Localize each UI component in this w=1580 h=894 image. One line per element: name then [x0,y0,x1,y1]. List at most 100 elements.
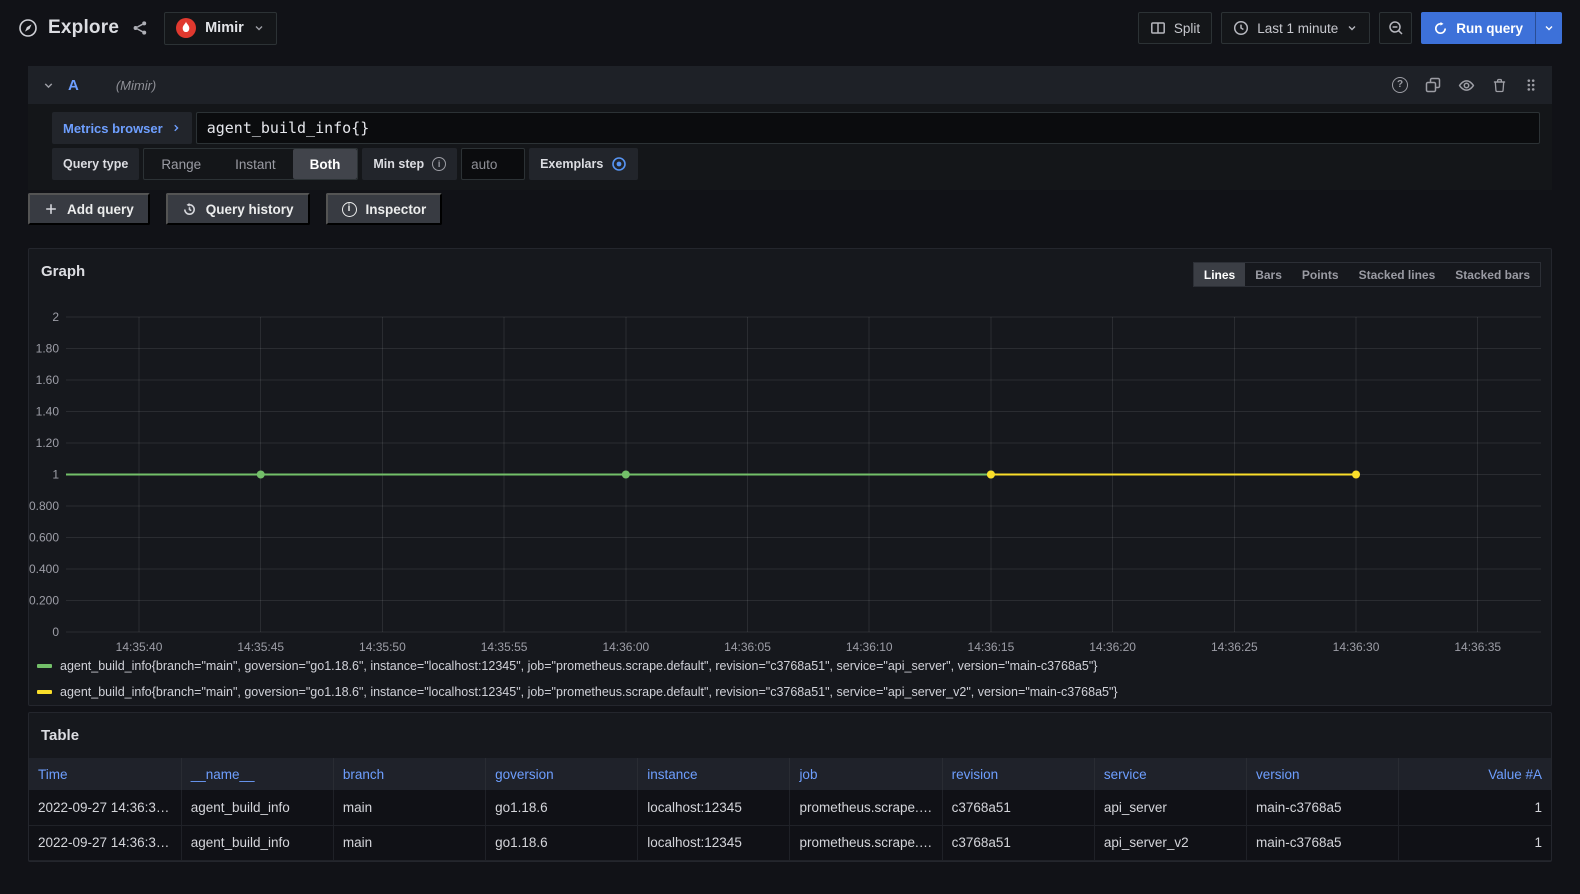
series-label: agent_build_info{branch="main", goversio… [60,659,1097,673]
exemplars-toggle-icon[interactable] [611,156,627,172]
query-type-radio-group: RangeInstantBoth [143,148,358,180]
promql-query-input[interactable]: agent_build_info{} [196,112,1540,144]
table-cell: api_server [1094,790,1246,825]
time-range-label: Last 1 minute [1257,21,1338,36]
series-point [987,471,995,479]
table-cell: localhost:12345 [638,825,790,860]
mimir-logo-icon [176,18,196,38]
graph-style-option-stacked-bars[interactable]: Stacked bars [1445,263,1540,286]
secondary-actions: Add query Query history i Inspector [28,193,442,225]
toolbar-right-group: Split Last 1 minute [1138,12,1562,44]
query-type-option-instant[interactable]: Instant [218,149,293,179]
table-row: 2022-09-27 14:36:37…agent_build_infomain… [29,825,1551,860]
query-row-actions: ? [1392,77,1538,94]
metrics-browser-label: Metrics browser [63,121,163,136]
series-label: agent_build_info{branch="main", goversio… [60,685,1118,699]
sync-icon [1433,21,1448,36]
table-header-branch[interactable]: branch [333,758,485,790]
y-axis-tick-label: 0.400 [29,562,59,576]
clock-icon [1233,20,1249,36]
split-label: Split [1174,21,1200,36]
table-cell: api_server_v2 [1094,825,1246,860]
zoom-out-button[interactable] [1379,12,1412,44]
graph-style-toggle-group: LinesBarsPointsStacked linesStacked bars [1193,262,1541,287]
table-header-job[interactable]: job [790,758,942,790]
table-header-goversion[interactable]: goversion [486,758,638,790]
grafana-explore-app: Explore Mimir [0,0,1580,894]
explore-toolbar: Explore Mimir [0,0,1580,56]
table-header-version[interactable]: version [1247,758,1399,790]
graph-panel: Graph LinesBarsPointsStacked linesStacke… [28,248,1552,706]
table-cell: prometheus.scrape.… [790,790,942,825]
table-cell: main [333,825,485,860]
results-table: Time__name__branchgoversioninstancejobre… [29,758,1551,861]
info-icon[interactable]: i [432,157,446,171]
graph-canvas[interactable]: 21.801.601.401.2010.8000.6000.4000.20001… [29,297,1553,659]
toggle-visibility-eye-icon[interactable] [1458,77,1475,94]
legend-item[interactable]: agent_build_info{branch="main", goversio… [37,653,1118,679]
y-axis-tick-label: 1 [52,468,59,482]
query-type-option-both[interactable]: Both [293,149,358,179]
time-range-picker[interactable]: Last 1 minute [1221,12,1370,44]
table-cell: 2022-09-27 14:36:37… [29,825,181,860]
table-cell: main-c3768a5 [1247,825,1399,860]
table-row: 2022-09-27 14:36:37…agent_build_infomain… [29,790,1551,825]
y-axis-tick-label: 0 [52,625,59,639]
min-step-input[interactable] [461,148,525,180]
add-query-button[interactable]: Add query [28,193,150,225]
history-icon [182,202,197,217]
inspector-label: Inspector [366,202,427,217]
graph-style-option-points[interactable]: Points [1292,263,1349,286]
min-step-field-label: Min step i [362,148,457,180]
query-history-button[interactable]: Query history [166,193,310,225]
table-header-revision[interactable]: revision [942,758,1094,790]
share-icon[interactable] [132,20,148,36]
duplicate-query-icon[interactable] [1425,77,1441,93]
collapse-chevron-icon[interactable] [42,79,55,92]
datasource-picker[interactable]: Mimir [164,12,277,45]
run-query-main[interactable]: Run query [1421,12,1535,44]
legend-item[interactable]: agent_build_info{branch="main", goversio… [37,679,1118,705]
table-header-service[interactable]: service [1094,758,1246,790]
drag-handle-grip-icon[interactable] [1524,77,1538,93]
table-cell: main [333,790,485,825]
split-button[interactable]: Split [1138,12,1212,44]
graph-style-option-stacked-lines[interactable]: Stacked lines [1349,263,1446,286]
x-axis-tick-label: 14:36:00 [602,640,649,654]
table-header-instance[interactable]: instance [638,758,790,790]
chevron-down-icon [253,22,265,34]
table-cell: 2022-09-27 14:36:37… [29,790,181,825]
table-header--name-[interactable]: __name__ [181,758,333,790]
table-header-time[interactable]: Time [29,758,181,790]
run-query-dropdown[interactable] [1535,12,1562,44]
query-type-option-range[interactable]: Range [144,149,218,179]
inspector-button[interactable]: i Inspector [326,193,443,225]
y-axis-tick-label: 2 [52,310,59,324]
series-point [1352,471,1360,479]
table-cell: go1.18.6 [486,825,638,860]
metrics-browser-button[interactable]: Metrics browser [52,112,192,144]
x-axis-tick-label: 14:36:30 [1333,640,1380,654]
table-header-value-a[interactable]: Value #A [1399,758,1551,790]
x-axis-tick-label: 14:36:20 [1089,640,1136,654]
query-history-label: Query history [206,202,294,217]
table-cell: go1.18.6 [486,790,638,825]
x-axis-tick-label: 14:36:15 [968,640,1015,654]
y-axis-tick-label: 1.60 [36,373,60,387]
exemplars-label: Exemplars [540,157,603,171]
table-cell: 1 [1399,790,1551,825]
help-icon[interactable]: ? [1392,77,1408,93]
zoom-out-icon [1388,20,1404,36]
delete-query-trash-icon[interactable] [1492,77,1507,93]
page-title: Explore [48,17,119,39]
graph-style-option-bars[interactable]: Bars [1245,263,1292,286]
table-panel-title: Table [41,727,79,744]
run-query-button[interactable]: Run query [1421,12,1562,44]
series-color-swatch [37,664,52,668]
compass-explore-icon [18,18,38,38]
graph-style-option-lines[interactable]: Lines [1194,263,1245,286]
x-axis-tick-label: 14:36:35 [1454,640,1501,654]
table-cell: localhost:12345 [638,790,790,825]
y-axis-tick-label: 0.800 [29,499,59,513]
x-axis-tick-label: 14:36:05 [724,640,771,654]
